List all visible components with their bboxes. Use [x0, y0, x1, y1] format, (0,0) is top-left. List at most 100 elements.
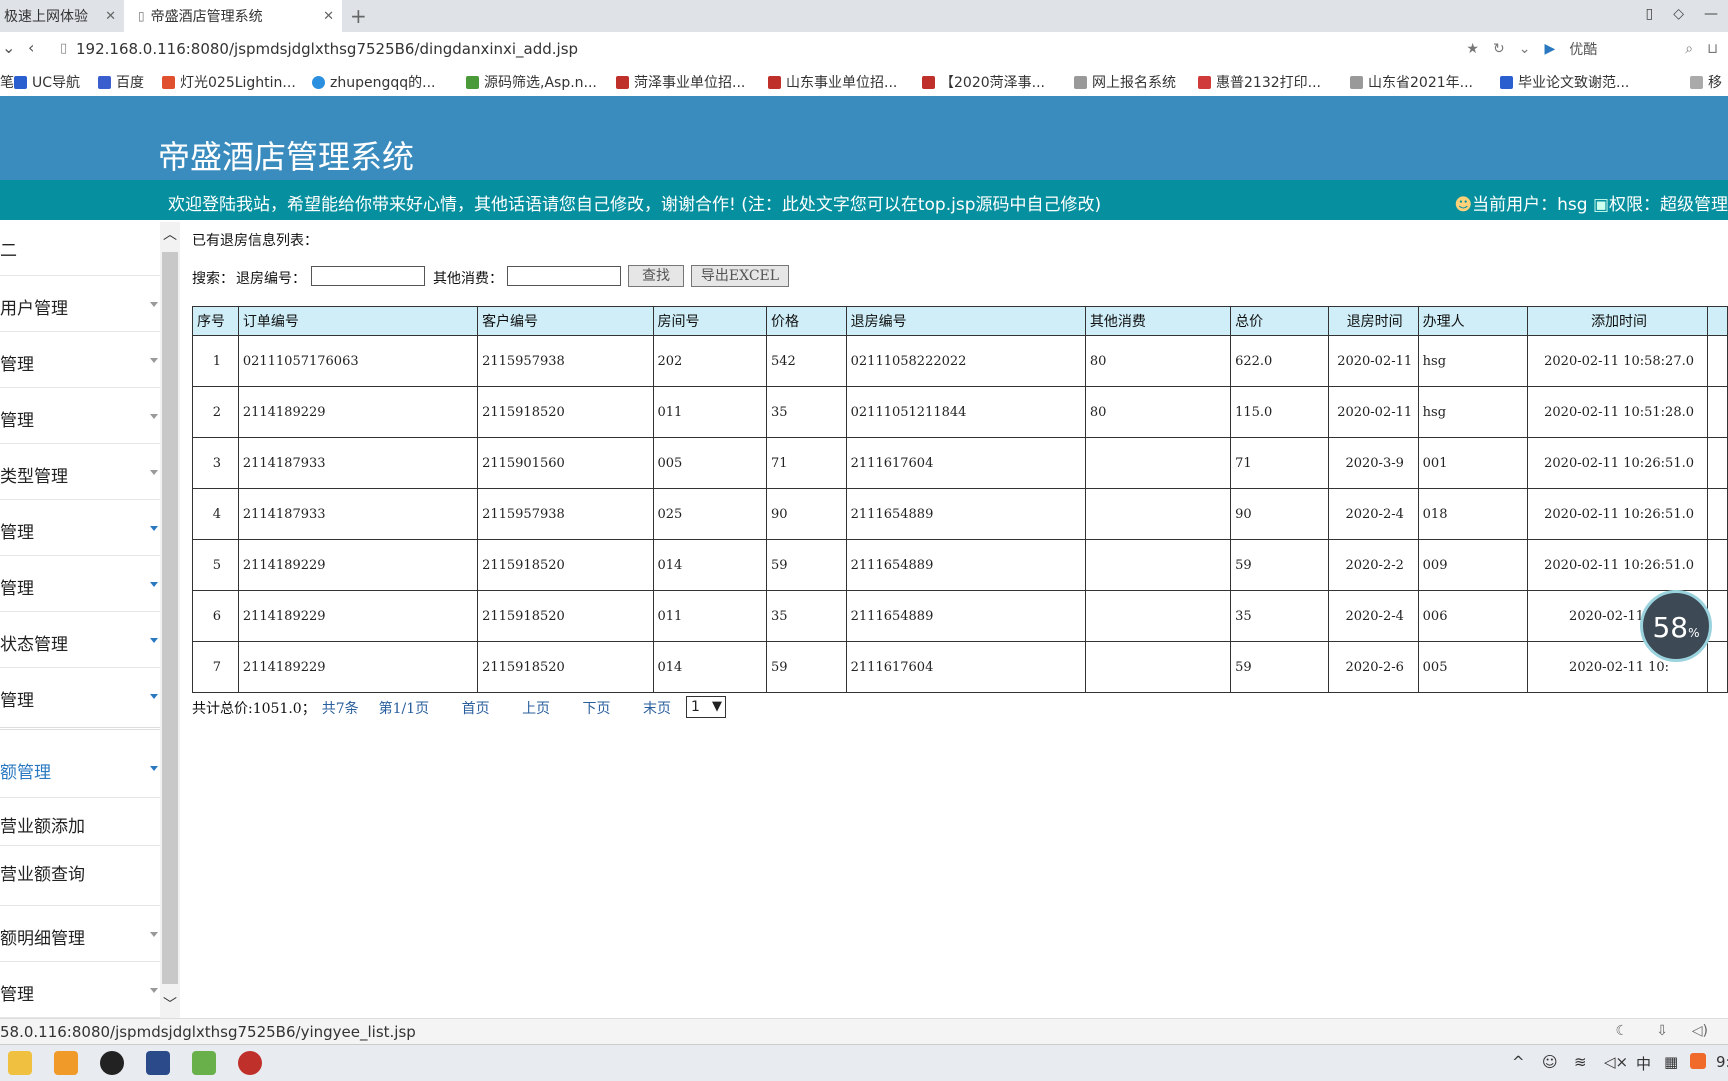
- sidebar-item[interactable]: 状态管理: [0, 612, 160, 668]
- url-input[interactable]: 192.168.0.116:8080/jspmdsjdglxthsg7525B6…: [76, 40, 578, 58]
- app-icon[interactable]: [192, 1051, 216, 1075]
- sidebar-subitem-query[interactable]: 营业额查询: [0, 846, 160, 906]
- other-cost-input[interactable]: [507, 266, 621, 286]
- bookmark-item[interactable]: 惠普2132打印...: [1198, 72, 1321, 92]
- prev-page-link[interactable]: 上页: [522, 701, 550, 717]
- last-page-link[interactable]: 末页: [643, 701, 671, 717]
- chevron-down-icon[interactable]: ﹀: [163, 994, 177, 1014]
- keyboard-icon[interactable]: ▦: [1664, 1053, 1678, 1071]
- sidebar-item[interactable]: 用户管理: [0, 276, 160, 332]
- browser-tab-active[interactable]: ▯ 帝盛酒店管理系统 ✕: [124, 0, 342, 32]
- star-icon[interactable]: ★: [1466, 41, 1479, 57]
- refresh-icon[interactable]: ↻: [1493, 41, 1505, 57]
- first-page-link[interactable]: 首页: [462, 701, 490, 717]
- speed-badge[interactable]: 58%: [1640, 590, 1712, 662]
- sidebar-item[interactable]: 管理: [0, 962, 160, 1018]
- search-button[interactable]: 查找: [628, 265, 684, 287]
- chevron-up-icon[interactable]: ^: [1512, 1053, 1525, 1071]
- sidebar-item[interactable]: 类型管理: [0, 444, 160, 500]
- bookmark-item[interactable]: 移: [1690, 72, 1722, 92]
- chevron-up-icon[interactable]: ︿: [163, 224, 177, 244]
- bookmark-item[interactable]: zhupengqq的...: [312, 72, 435, 92]
- status-bar: 58.0.116:8080/jspmdsjdglxthsg7525B6/ying…: [0, 1018, 1728, 1045]
- next-page-link[interactable]: 下页: [583, 701, 611, 717]
- paw-icon: [98, 76, 111, 89]
- current-user: 当前用户：hsg: [1472, 195, 1588, 215]
- volume-icon[interactable]: ◁): [1692, 1023, 1708, 1039]
- table-row: 1 02111057176063 2115957938 202 542 021110582…: [192, 335, 1728, 387]
- chevron-down-icon[interactable]: ⌄: [2, 38, 15, 57]
- browser-tab-inactive[interactable]: 极速上网体验 ✕: [0, 0, 124, 32]
- table-body: 1 02111057176063 2115957938 202 542 021110582…: [192, 335, 1728, 693]
- table-cell: 014: [652, 641, 767, 693]
- app-icon[interactable]: [238, 1051, 262, 1075]
- app-icon[interactable]: [146, 1051, 170, 1075]
- cart-icon[interactable]: ⊔: [1707, 41, 1718, 57]
- qq-icon[interactable]: ☺: [1542, 1053, 1558, 1071]
- sidebar-item[interactable]: 管理: [0, 556, 160, 612]
- mute-icon[interactable]: ◁×: [1604, 1053, 1628, 1071]
- app-icon[interactable]: [54, 1051, 78, 1075]
- sidebar-subitem-add[interactable]: 营业额添加: [0, 798, 160, 846]
- bookmark-item[interactable]: UC导航: [14, 72, 80, 92]
- table-cell: 02111058222022: [845, 335, 1086, 387]
- table-cell: 2111654889: [845, 488, 1086, 540]
- page-info: 第1/1页: [378, 701, 430, 717]
- export-excel-button[interactable]: 导出EXCEL: [691, 265, 789, 287]
- sidebar-item[interactable]: 额明细管理: [0, 906, 160, 962]
- bookmark-item[interactable]: 灯光025Lightin...: [162, 72, 296, 92]
- sidebar-item[interactable]: 管理: [0, 668, 160, 730]
- page-select[interactable]: 1 ▼: [686, 696, 726, 718]
- scrollbar-thumb[interactable]: [162, 252, 178, 984]
- tile-icon[interactable]: ▯: [1646, 6, 1654, 22]
- sidebar-item-revenue[interactable]: 额管理: [0, 740, 160, 798]
- bookmark-item[interactable]: 山东事业单位招...: [768, 72, 897, 92]
- close-icon[interactable]: ✕: [105, 9, 116, 24]
- app-icon[interactable]: [100, 1051, 124, 1075]
- shirt-icon[interactable]: ◇: [1673, 6, 1684, 22]
- bookmark-item[interactable]: 百度: [98, 72, 144, 92]
- wifi-icon[interactable]: ≋: [1574, 1053, 1587, 1071]
- checkout-table: 序号 订单编号 客户编号 房间号 价格 退房编号 其他消费 总价 退房时间 办理…: [192, 306, 1728, 693]
- chevron-down-icon: [150, 694, 158, 699]
- table-cell: 90: [765, 488, 847, 540]
- bookmark-item[interactable]: 毕业论文致谢范...: [1500, 72, 1629, 92]
- chevron-down-icon: [150, 638, 158, 643]
- chevron-down-icon[interactable]: ⌄: [1519, 41, 1531, 57]
- folder-icon[interactable]: [8, 1051, 32, 1075]
- download-icon[interactable]: ⇩: [1656, 1023, 1668, 1039]
- close-icon[interactable]: ✕: [323, 9, 334, 24]
- bookmark-item[interactable]: 菏泽事业单位招...: [616, 72, 745, 92]
- taskbar: ^ ☺ ≋ ◁× 中 ▦ 9:: [0, 1044, 1728, 1081]
- bookmark-item[interactable]: 笔: [0, 72, 14, 92]
- ime-icon[interactable]: 中: [1636, 1053, 1651, 1074]
- col-header: 退房编号: [845, 306, 1086, 336]
- table-cell: 80: [1084, 335, 1232, 387]
- welcome-bar: 欢迎登陆我站，希望能给你带来好心情，其他话语请您自己修改，谢谢合作! (注：此处…: [0, 180, 1728, 220]
- bookmark-item[interactable]: 源码筛选,Asp.n...: [466, 72, 597, 92]
- bookmark-item[interactable]: 山东省2021年...: [1350, 72, 1473, 92]
- play-icon[interactable]: ▶: [1544, 41, 1555, 57]
- page-icon: ▯: [138, 9, 145, 23]
- table-cell: 2020-02-11 10:26:51.0: [1527, 437, 1708, 489]
- sidebar-item-top[interactable]: 二: [0, 222, 160, 276]
- search-icon[interactable]: ⌕: [1685, 41, 1693, 57]
- table-cell: 001: [1417, 437, 1529, 489]
- search-engine-label[interactable]: 优酷: [1569, 39, 1597, 59]
- bookmark-item[interactable]: 网上报名系统: [1074, 72, 1176, 92]
- sidebar-item[interactable]: 管理: [0, 500, 160, 556]
- sogou-icon[interactable]: [1690, 1053, 1706, 1069]
- table-cell: 2020-2-6: [1327, 641, 1419, 693]
- sidebar-scrollbar[interactable]: ︿ ﹀: [160, 222, 180, 1018]
- sidebar-item[interactable]: 管理: [0, 332, 160, 388]
- bookmark-item[interactable]: 【2020菏泽事...: [922, 72, 1045, 92]
- new-tab-icon[interactable]: +: [350, 4, 367, 28]
- back-icon[interactable]: ‹: [28, 38, 34, 57]
- checkout-no-input[interactable]: [311, 266, 425, 286]
- table-cell: 6: [192, 590, 239, 642]
- moon-icon[interactable]: ☾: [1615, 1023, 1628, 1039]
- sidebar-item[interactable]: 管理: [0, 388, 160, 444]
- table-cell: 2114187933: [237, 437, 479, 489]
- minimize-icon[interactable]: —: [1704, 6, 1718, 22]
- table-cell: 35: [765, 590, 847, 642]
